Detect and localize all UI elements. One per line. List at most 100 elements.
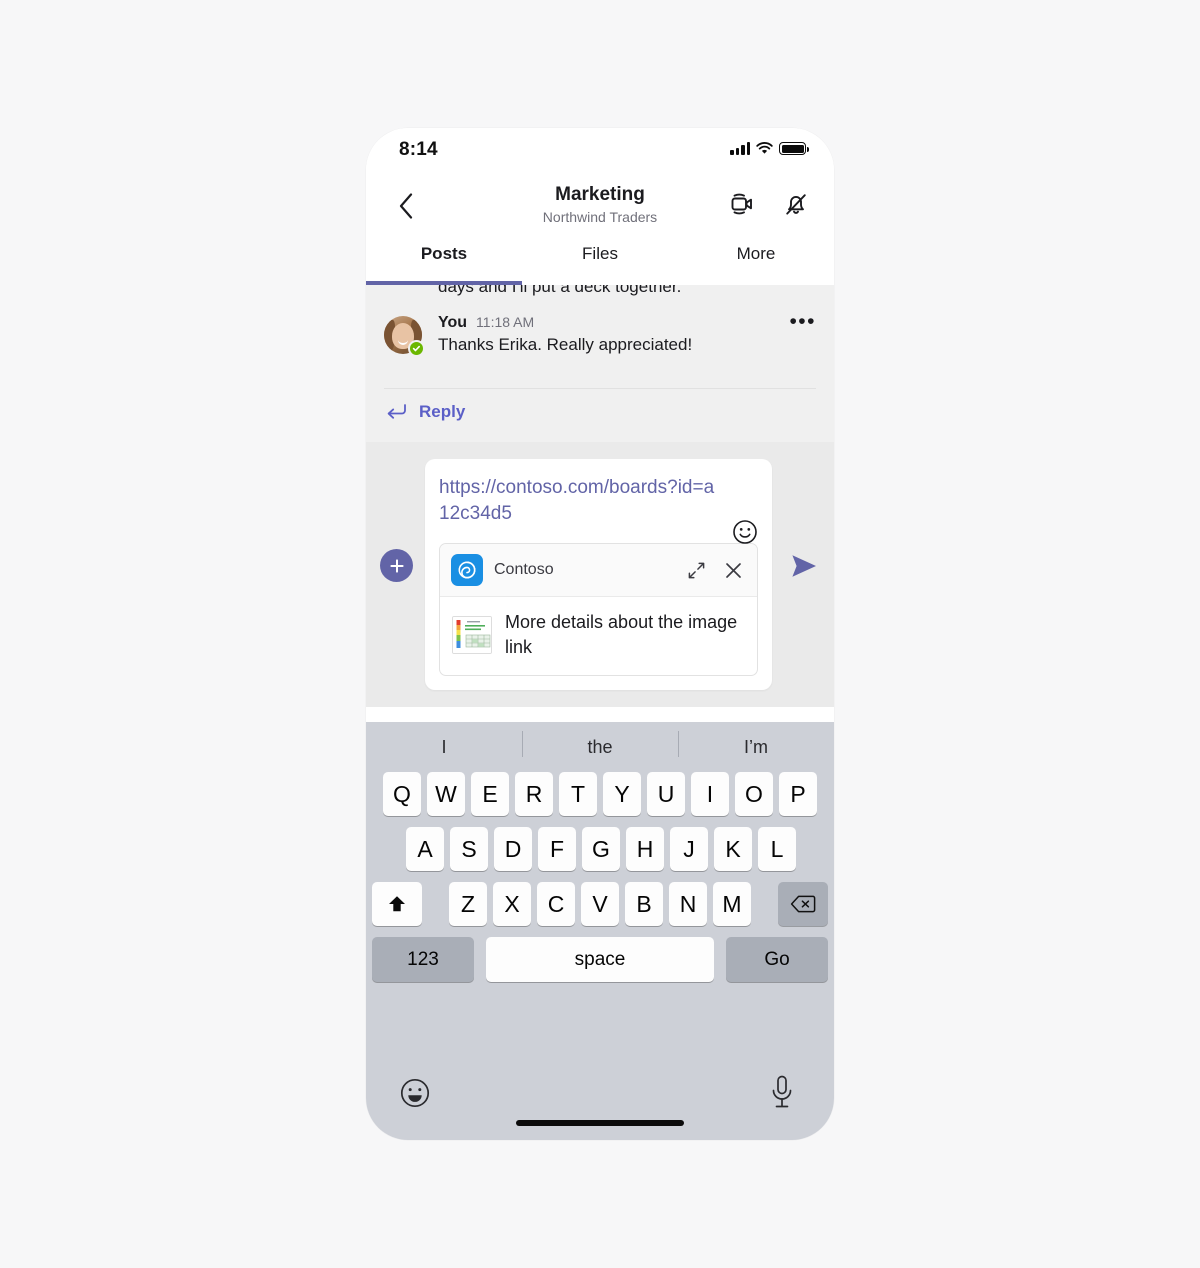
chevron-left-icon: [399, 193, 412, 219]
cellular-signal-icon: [730, 142, 750, 155]
space-key[interactable]: space: [486, 937, 714, 982]
chart-thumbnail-image: [452, 616, 492, 654]
send-icon: [792, 555, 816, 577]
message-input-box[interactable]: https://contoso.com/boards?id=a12c34d5 C…: [425, 459, 772, 690]
suggestion-3[interactable]: I’m: [678, 730, 834, 758]
on-screen-keyboard: I the I’m Q W E R T Y U I O P A S D F G …: [366, 722, 834, 1140]
video-camera-icon: [731, 193, 752, 215]
wifi-icon: [756, 142, 773, 154]
predictive-suggestions-bar: I the I’m: [366, 722, 834, 772]
key-f[interactable]: F: [538, 827, 576, 871]
status-bar-clock: 8:14: [399, 139, 438, 160]
key-m[interactable]: M: [713, 882, 751, 926]
home-indicator[interactable]: [516, 1120, 684, 1126]
channel-header: Marketing Northwind Traders: [366, 174, 834, 238]
channel-tabs: Posts Files More: [366, 238, 834, 285]
key-x[interactable]: X: [493, 882, 531, 926]
reply-arrow-icon: [387, 404, 406, 419]
message-timestamp: 11:18 AM: [476, 314, 535, 330]
tab-files[interactable]: Files: [522, 238, 678, 285]
status-bar: 8:14: [366, 128, 834, 174]
tab-more[interactable]: More: [678, 238, 834, 285]
keyboard-row-2: A S D F G H J K L: [366, 827, 834, 871]
dictation-button[interactable]: [768, 1074, 798, 1112]
key-w[interactable]: W: [427, 772, 465, 816]
keyboard-row-1: Q W E R T Y U I O P: [366, 772, 834, 816]
key-j[interactable]: J: [670, 827, 708, 871]
message-input[interactable]: https://contoso.com/boards?id=a12c34d5: [439, 475, 758, 527]
message-more-button[interactable]: •••: [789, 311, 816, 332]
previous-message-clipped: days and I'll put a deck together.: [438, 285, 682, 296]
key-v[interactable]: V: [581, 882, 619, 926]
header-actions: [726, 188, 812, 220]
reply-label: Reply: [419, 402, 466, 421]
key-g[interactable]: G: [582, 827, 620, 871]
bell-slash-icon: [786, 194, 806, 215]
return-key[interactable]: Go: [726, 937, 828, 982]
key-o[interactable]: O: [735, 772, 773, 816]
message-meta: You 11:18 AM: [438, 314, 816, 332]
message-author: You: [438, 314, 468, 331]
message-row: You 11:18 AM Thanks Erika. Really apprec…: [384, 311, 816, 372]
suggestion-2[interactable]: the: [522, 730, 678, 758]
message-item: You 11:18 AM Thanks Erika. Really apprec…: [366, 311, 834, 422]
key-z[interactable]: Z: [449, 882, 487, 926]
back-button[interactable]: [386, 186, 426, 226]
emoji-picker-button[interactable]: [732, 519, 758, 545]
expand-icon: [688, 562, 704, 578]
close-icon: [725, 562, 741, 578]
key-c[interactable]: C: [537, 882, 575, 926]
numbers-key[interactable]: 123: [372, 937, 474, 982]
phone-frame: 8:14 Marketing Northwind Traders Posts F…: [366, 128, 834, 1140]
shift-arrow-icon: [389, 896, 405, 912]
link-preview-card[interactable]: Contoso More details about the image lin…: [439, 543, 758, 676]
message-text: Thanks Erika. Really appreciated!: [438, 335, 693, 354]
reply-button[interactable]: Reply: [384, 389, 816, 422]
key-i[interactable]: I: [691, 772, 729, 816]
link-card-app-name: Contoso: [494, 561, 554, 578]
backspace-icon: [790, 895, 816, 913]
status-badge: [408, 340, 425, 357]
key-q[interactable]: Q: [383, 772, 421, 816]
key-s[interactable]: S: [450, 827, 488, 871]
key-d[interactable]: D: [494, 827, 532, 871]
keyboard-bottom-bar: [366, 1066, 834, 1140]
key-t[interactable]: T: [559, 772, 597, 816]
battery-icon: [779, 142, 809, 155]
key-r[interactable]: R: [515, 772, 553, 816]
microphone-icon: [772, 1075, 792, 1108]
shift-key[interactable]: [372, 882, 422, 926]
contoso-logo-icon: [451, 554, 483, 586]
meet-now-button[interactable]: [726, 188, 758, 220]
expand-card-button[interactable]: [683, 557, 709, 583]
plus-icon: [389, 558, 404, 573]
key-b[interactable]: B: [625, 882, 663, 926]
emoji-keyboard-icon: [400, 1078, 430, 1108]
key-k[interactable]: K: [714, 827, 752, 871]
notifications-off-button[interactable]: [780, 188, 812, 220]
close-card-button[interactable]: [720, 557, 746, 583]
link-card-body: More details about the image link: [440, 597, 757, 675]
send-button[interactable]: [784, 546, 824, 586]
key-n[interactable]: N: [669, 882, 707, 926]
emoji-keyboard-button[interactable]: [398, 1076, 434, 1112]
tab-posts[interactable]: Posts: [366, 238, 522, 285]
check-icon: [412, 345, 420, 352]
key-a[interactable]: A: [406, 827, 444, 871]
keyboard-row-3: Z X C V B N M: [366, 882, 834, 926]
keyboard-row-4: 123 space Go: [366, 937, 834, 982]
compose-area: https://contoso.com/boards?id=a12c34d5 C…: [366, 442, 834, 707]
key-h[interactable]: H: [626, 827, 664, 871]
key-y[interactable]: Y: [603, 772, 641, 816]
status-bar-icons: [730, 142, 809, 155]
smiley-icon: [733, 520, 757, 544]
key-u[interactable]: U: [647, 772, 685, 816]
thumbnail-chart-icon: [453, 617, 491, 653]
key-p[interactable]: P: [779, 772, 817, 816]
suggestion-1[interactable]: I: [366, 737, 522, 758]
key-l[interactable]: L: [758, 827, 796, 871]
message-list[interactable]: days and I'll put a deck together. You 1…: [366, 285, 834, 442]
add-attachment-button[interactable]: [380, 549, 413, 582]
backspace-key[interactable]: [778, 882, 828, 926]
key-e[interactable]: E: [471, 772, 509, 816]
